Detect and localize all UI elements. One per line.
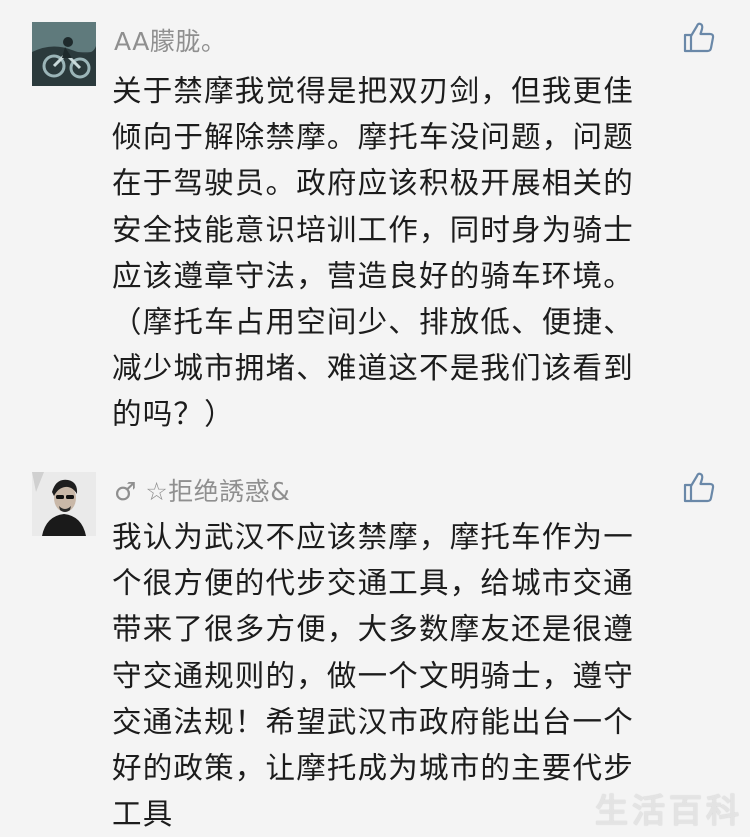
watermark: 生活百科 bbox=[595, 791, 743, 830]
avatar-image bbox=[32, 472, 96, 536]
avatar[interactable] bbox=[32, 472, 96, 536]
comment-item-2: ♂ ☆拒绝誘惑& 我认为武汉不应该禁摩，摩托车作为一 个很方便的代步交通工具，给… bbox=[0, 0, 750, 835]
thumbs-up-icon bbox=[683, 472, 715, 503]
like-button[interactable] bbox=[681, 470, 717, 506]
comment-username[interactable]: ♂ ☆拒绝誘惑& bbox=[114, 472, 290, 508]
